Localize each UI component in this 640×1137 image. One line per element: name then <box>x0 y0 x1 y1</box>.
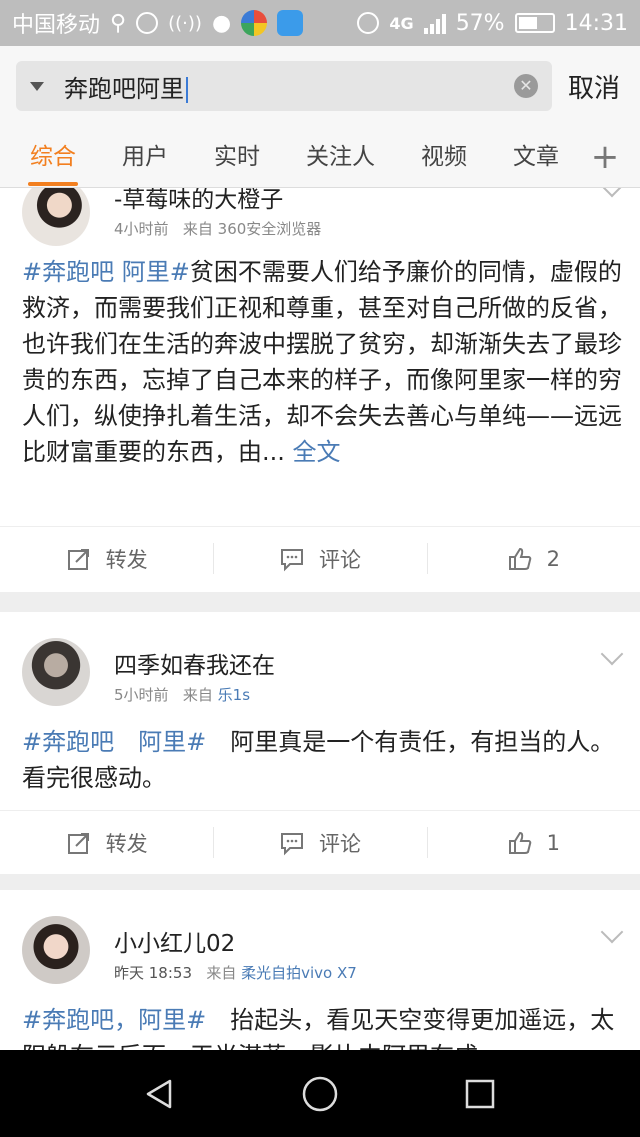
post-meta: 5小时前 来自 乐1s <box>114 686 251 704</box>
weibo-notify-icon <box>136 12 159 34</box>
clear-search-icon[interactable]: ✕ <box>514 74 538 98</box>
post-menu-chevron-icon[interactable] <box>600 920 624 944</box>
post-username[interactable]: -草莓味的大橙子 <box>114 188 283 214</box>
home-button[interactable] <box>290 1064 350 1124</box>
post-card[interactable]: 四季如春我还在 5小时前 来自 乐1s #奔跑吧 阿里# 阿里真是一个有责任，有… <box>0 612 640 874</box>
battery-percent: 57% <box>455 10 505 36</box>
post-card[interactable]: -草莓味的大橙子 4小时前 来自 360安全浏览器 #奔跑吧 阿里#贫困不需要人… <box>0 188 640 592</box>
recents-square-icon <box>465 1079 495 1108</box>
tab-general[interactable]: 综合 <box>28 126 78 187</box>
hashtag[interactable]: #奔跑吧，阿里# <box>22 1006 206 1034</box>
search-tabs: 综合 用户 实时 关注人 视频 文章 + <box>0 126 640 188</box>
post-meta: 昨天 18:53 来自 柔光自拍vivo X7 <box>114 964 357 982</box>
post-text[interactable]: #奔跑吧 阿里# 阿里真是一个有责任，有担当的人。看完很感动。 <box>22 724 622 796</box>
status-bar: 中国移动 ⚲ ((·)) ● 4G 57% 14:31 <box>0 0 640 46</box>
comment-button[interactable]: 评论 <box>213 811 426 874</box>
hashtag[interactable]: #奔跑吧 阿里# <box>22 728 206 756</box>
read-more-link[interactable]: 全文 <box>293 438 341 466</box>
back-button[interactable] <box>130 1064 190 1124</box>
browser-app-icon <box>241 10 268 36</box>
add-tab-icon[interactable]: + <box>570 126 640 187</box>
avatar[interactable] <box>22 916 90 984</box>
post-text[interactable]: #奔跑吧，阿里# 抬起头，看见天空变得更加遥远，太阳躲在云后面，天光湛蓝，影片中… <box>22 1002 622 1050</box>
post-username[interactable]: 四季如春我还在 <box>114 646 275 680</box>
avatar[interactable] <box>22 188 90 246</box>
post-actions: 转发 评论 1 <box>0 810 640 874</box>
tab-articles[interactable]: 文章 <box>513 126 559 187</box>
tab-realtime[interactable]: 实时 <box>214 126 260 187</box>
tab-users[interactable]: 用户 <box>122 126 168 187</box>
post-meta: 4小时前 来自 360安全浏览器 <box>114 220 322 238</box>
tab-following[interactable]: 关注人 <box>306 126 375 187</box>
comment-icon <box>280 548 303 571</box>
clock: 14:31 <box>564 10 628 36</box>
search-input[interactable]: 奔跑吧阿里 <box>64 69 514 104</box>
alarm-icon <box>357 12 380 34</box>
back-triangle-icon <box>146 1079 172 1108</box>
search-type-dropdown-icon[interactable] <box>30 81 44 91</box>
chat-notify-icon: ● <box>211 10 232 36</box>
system-nav-bar <box>0 1050 640 1137</box>
like-count: 1 <box>546 830 560 855</box>
network-type-label: 4G <box>389 13 414 33</box>
thumbs-up-icon <box>508 831 531 854</box>
like-button[interactable]: 1 <box>426 811 640 874</box>
repost-button[interactable]: 转发 <box>0 527 213 590</box>
like-count: 2 <box>546 546 560 571</box>
home-circle-icon <box>302 1076 338 1111</box>
search-header: 奔跑吧阿里 ✕ 取消 <box>0 46 640 126</box>
carrier-label: 中国移动 <box>12 13 101 38</box>
battery-icon <box>514 13 555 33</box>
post-menu-chevron-icon[interactable] <box>600 188 624 198</box>
post-card[interactable]: 小小红儿02 昨天 18:53 来自 柔光自拍vivo X7 #奔跑吧，阿里# … <box>0 890 640 1050</box>
results-feed[interactable]: -草莓味的大橙子 4小时前 来自 360安全浏览器 #奔跑吧 阿里#贫困不需要人… <box>0 188 640 1050</box>
recents-button[interactable] <box>450 1064 510 1124</box>
repost-icon <box>67 832 89 854</box>
post-username[interactable]: 小小红儿02 <box>114 924 235 958</box>
signal-icon <box>423 12 446 34</box>
comment-icon <box>280 832 303 855</box>
avatar[interactable] <box>22 638 90 706</box>
search-status-icon: ⚲ <box>110 10 127 36</box>
post-text[interactable]: #奔跑吧 阿里#贫困不需要人们给予廉价的同情，虚假的救济，而需要我们正视和尊重，… <box>22 254 622 470</box>
repost-icon <box>67 548 89 570</box>
post-menu-chevron-icon[interactable] <box>600 642 624 666</box>
thumbs-up-icon <box>508 547 531 570</box>
comment-button[interactable]: 评论 <box>213 527 426 590</box>
wifi-hotspot-icon: ((·)) <box>168 12 202 34</box>
like-button[interactable]: 2 <box>426 527 640 590</box>
post-actions: 转发 评论 2 <box>0 526 640 590</box>
tab-video[interactable]: 视频 <box>421 126 467 187</box>
repost-button[interactable]: 转发 <box>0 811 213 874</box>
text-cursor <box>186 76 188 103</box>
cancel-button[interactable]: 取消 <box>568 68 620 105</box>
cloud-app-icon <box>277 10 304 36</box>
search-box[interactable]: 奔跑吧阿里 ✕ <box>16 61 552 111</box>
hashtag[interactable]: #奔跑吧 阿里# <box>22 258 190 286</box>
